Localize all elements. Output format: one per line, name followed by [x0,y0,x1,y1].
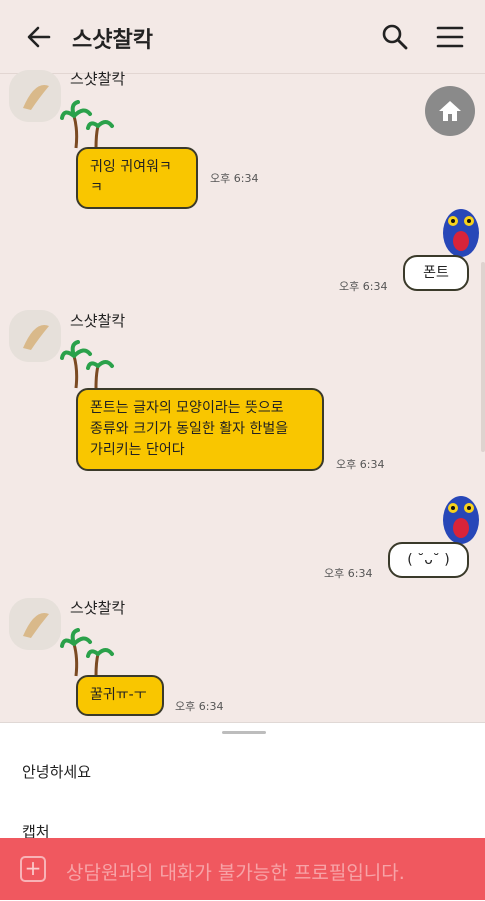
sender-name: 스샷찰칵 [70,70,126,88]
message-bubble[interactable]: ( ˘ᴗ˘ ) [388,542,469,578]
message-bubble[interactable]: 폰트는 글자의 모양이라는 뜻으로 종류와 크기가 동일한 활자 한벌을 가리키… [76,388,324,471]
hamburger-menu-icon[interactable] [435,22,465,52]
chat-title: 스샷찰칵 [72,28,153,53]
message-line: 종류와 크기가 동일한 활자 한벌을 [90,421,289,437]
message-time: 오후 6:34 [336,458,385,471]
avatar[interactable] [9,598,61,650]
arrow-left-icon[interactable] [24,22,54,52]
disabled-notice: 상담원과의 대화가 불가능한 프로필입니다. [66,862,405,884]
message-bubble[interactable]: 폰트 [403,255,469,291]
sender-name: 스샷찰칵 [70,599,126,617]
blue-monster-sticker-icon [443,209,479,257]
home-icon [439,101,461,121]
avatar[interactable] [9,310,61,362]
palm-tree-sticker-icon [60,340,114,389]
message-bubble[interactable]: 귀잉 귀여워ㅋㅋ [76,147,198,209]
panel-drag-handle[interactable] [222,731,266,734]
sender-name: 스샷찰칵 [70,312,126,330]
message-line: 폰트는 글자의 모양이라는 뜻으로 [90,400,284,416]
search-icon[interactable] [380,22,410,52]
avatar[interactable] [9,70,61,122]
message-time: 오후 6:34 [339,280,388,293]
message-time: 오후 6:34 [175,700,224,713]
disabled-input-bar: + 상담원과의 대화가 불가능한 프로필입니다. [0,838,485,900]
blue-monster-sticker-icon [443,496,479,544]
home-button[interactable] [425,86,475,136]
chat-header: 스샷찰칵 [0,0,485,74]
plus-icon[interactable]: + [20,856,46,882]
message-bubble[interactable]: 꿀귀ㅠ-ㅜ [76,675,164,716]
message-time: 오후 6:34 [210,172,259,185]
message-time: 오후 6:34 [324,567,373,580]
quick-reply-item[interactable]: 안녕하세요 [22,761,91,782]
palm-tree-sticker-icon [60,100,114,149]
message-line: 가리키는 단어다 [90,442,185,458]
scrollbar[interactable] [481,262,485,452]
palm-tree-sticker-icon [60,628,114,677]
